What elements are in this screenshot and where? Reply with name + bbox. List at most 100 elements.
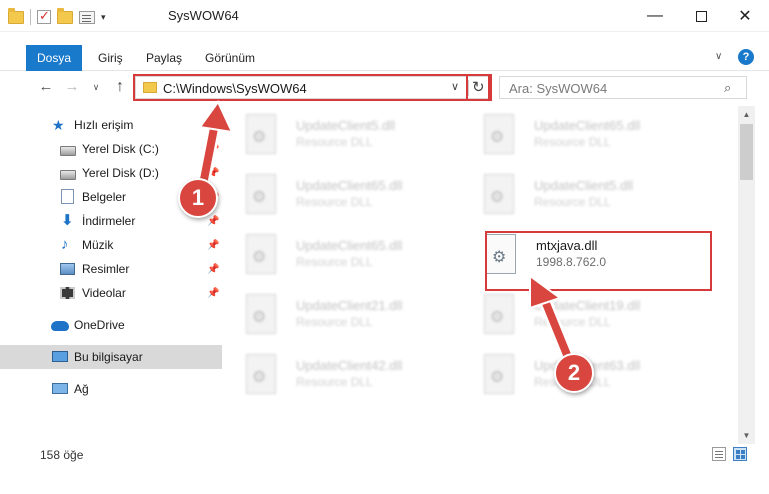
up-button[interactable]: ↑ xyxy=(110,77,130,97)
sidebar-item-label: Yerel Disk (C:) xyxy=(82,142,159,156)
sidebar-item-label: Yerel Disk (D:) xyxy=(82,166,159,180)
sidebar-item-local-disk-c[interactable]: Yerel Disk (C:) 📌 xyxy=(0,137,222,161)
file-tile[interactable]: UpdateClient65.dll Resource DLL xyxy=(222,228,450,280)
file-tile[interactable]: UpdateClient21.dll Resource DLL xyxy=(222,288,450,340)
file-name: UpdateClient65.dll xyxy=(296,238,403,253)
vertical-scrollbar[interactable]: ▲ ▼ xyxy=(738,106,755,444)
file-tile[interactable]: UpdateClient5.dll Resource DLL xyxy=(460,168,688,220)
file-description: Resource DLL xyxy=(296,195,373,209)
sidebar-item-onedrive[interactable]: OneDrive xyxy=(0,313,222,337)
expand-ribbon-icon[interactable]: ∨ xyxy=(715,51,722,62)
dll-file-icon xyxy=(484,354,514,394)
window-title: SysWOW64 xyxy=(168,8,239,23)
sidebar-item-label: İndirmeler xyxy=(82,214,136,228)
file-tile[interactable]: UpdateClient42.dll Resource DLL xyxy=(222,348,450,400)
file-tile[interactable]: UpdateClient19.dll Resource DLL xyxy=(460,288,688,340)
file-description: 1998.8.762.0 xyxy=(536,255,607,269)
sidebar-item-quick-access[interactable]: ★ Hızlı erişim xyxy=(0,113,222,137)
file-name: UpdateClient21.dll xyxy=(296,298,403,313)
refresh-button[interactable]: ↻ xyxy=(472,78,485,96)
sidebar-item-label: Müzik xyxy=(82,238,114,252)
dll-file-icon xyxy=(484,294,514,334)
sidebar-item-label: Resimler xyxy=(82,262,130,276)
disk-icon xyxy=(60,146,76,156)
file-description: Resource DLL xyxy=(534,195,611,209)
address-dropdown-icon[interactable]: ∨ xyxy=(451,80,459,93)
title-bar: ▾ SysWOW64 — ✕ xyxy=(0,0,769,32)
sidebar-item-network[interactable]: Ağ xyxy=(0,377,222,401)
customize-toolbar-dropdown-icon[interactable]: ▾ xyxy=(101,12,106,23)
sidebar-item-label: Belgeler xyxy=(82,190,127,204)
file-tile-mtxjava[interactable]: mtxjava.dll 1998.8.762.0 xyxy=(462,228,690,280)
pin-icon[interactable]: 📌 xyxy=(207,144,219,155)
scroll-down-button[interactable]: ▼ xyxy=(738,427,755,444)
dll-file-icon xyxy=(484,114,514,154)
search-icon[interactable]: ⌕ xyxy=(724,80,731,96)
properties-icon[interactable] xyxy=(79,10,95,24)
pin-icon[interactable]: 📌 xyxy=(207,288,219,299)
picture-icon xyxy=(60,263,75,275)
pin-icon[interactable]: 📌 xyxy=(207,168,219,179)
file-name: UpdateClient42.dll xyxy=(296,358,403,373)
ribbon-tabs: Dosya Giriş Paylaş Görünüm ∨ ? xyxy=(0,45,769,71)
address-separator xyxy=(468,80,469,96)
sidebar-item-label: OneDrive xyxy=(74,318,125,332)
folder-icon xyxy=(143,82,157,93)
tab-share[interactable]: Paylaş xyxy=(134,45,194,71)
recent-locations-dropdown[interactable]: ∨ xyxy=(86,77,106,97)
scroll-up-button[interactable]: ▲ xyxy=(738,106,755,123)
pin-icon[interactable]: 📌 xyxy=(207,216,219,227)
help-icon[interactable]: ? xyxy=(738,49,754,65)
file-tile[interactable]: UpdateClient5.dll Resource DLL xyxy=(222,108,450,160)
dll-file-icon xyxy=(486,234,516,274)
pin-icon[interactable]: 📌 xyxy=(207,240,219,251)
dll-file-icon xyxy=(246,234,276,274)
tab-file[interactable]: Dosya xyxy=(26,45,82,71)
tab-view[interactable]: Görünüm xyxy=(193,45,267,71)
step-badge-1: 1 xyxy=(178,178,218,218)
file-tile[interactable]: UpdateClient65.dll Resource DLL xyxy=(222,168,450,220)
sidebar-item-label: Hızlı erişim xyxy=(74,118,134,132)
dll-file-icon xyxy=(246,114,276,154)
star-icon: ★ xyxy=(52,117,65,133)
large-icons-view-icon[interactable] xyxy=(733,447,747,461)
file-description: Resource DLL xyxy=(296,375,373,389)
sidebar-item-pictures[interactable]: Resimler 📌 xyxy=(0,257,222,281)
minimize-button[interactable]: — xyxy=(632,0,678,32)
status-bar: 158 öğe xyxy=(0,444,769,494)
sidebar-item-this-pc[interactable]: Bu bilgisayar xyxy=(0,345,222,369)
file-tile[interactable]: UpdateClient65.dll Resource DLL xyxy=(460,108,688,160)
file-description: Resource DLL xyxy=(296,315,373,329)
video-icon xyxy=(60,287,75,299)
step-badge-2: 2 xyxy=(554,353,594,393)
file-name: UpdateClient65.dll xyxy=(296,178,403,193)
document-icon xyxy=(61,189,74,204)
toolbar-separator xyxy=(30,9,31,25)
scrollbar-thumb[interactable] xyxy=(740,124,753,180)
properties-check-icon[interactable] xyxy=(37,8,51,24)
sidebar-item-videos[interactable]: Videolar 📌 xyxy=(0,281,222,305)
folder-icon xyxy=(8,7,24,24)
back-button[interactable]: ← xyxy=(36,77,56,97)
close-button[interactable]: ✕ xyxy=(722,0,768,32)
dll-file-icon xyxy=(246,174,276,214)
dll-file-icon xyxy=(246,354,276,394)
file-description: Resource DLL xyxy=(296,135,373,149)
tab-home[interactable]: Giriş xyxy=(86,45,135,71)
details-view-icon[interactable] xyxy=(712,447,726,461)
sidebar-item-label: Videolar xyxy=(82,286,126,300)
pin-icon[interactable]: 📌 xyxy=(207,264,219,275)
search-input[interactable]: Ara: SysWOW64 xyxy=(509,81,607,96)
forward-button[interactable]: → xyxy=(62,77,82,97)
dll-file-icon xyxy=(246,294,276,334)
maximize-button[interactable] xyxy=(678,0,724,32)
file-name: UpdateClient19.dll xyxy=(534,298,641,313)
network-icon xyxy=(52,383,68,394)
file-description: Resource DLL xyxy=(534,315,611,329)
search-box[interactable]: Ara: SysWOW64 ⌕ xyxy=(499,76,747,99)
file-name: UpdateClient5.dll xyxy=(296,118,396,133)
address-path[interactable]: C:\Windows\SysWOW64 xyxy=(163,81,307,96)
address-bar[interactable]: C:\Windows\SysWOW64 ∨ ↻ xyxy=(135,76,489,99)
sidebar-item-music[interactable]: ♪ Müzik 📌 xyxy=(0,233,222,257)
new-folder-icon[interactable] xyxy=(57,7,73,24)
